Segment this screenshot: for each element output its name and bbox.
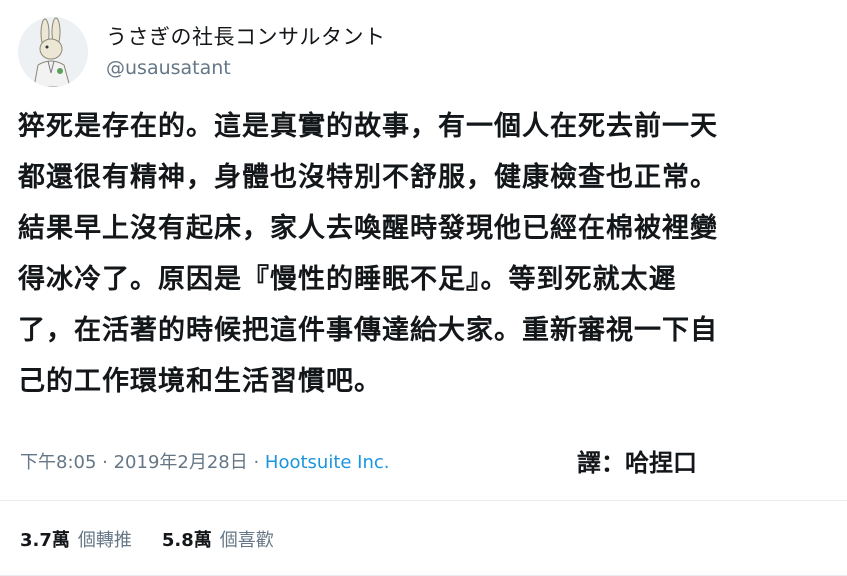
tweet-source-link[interactable]: Hootsuite Inc. xyxy=(265,452,390,473)
avatar[interactable] xyxy=(18,17,88,87)
retweets-stat[interactable]: 3.7萬 個轉推 xyxy=(20,526,132,552)
tweet-timestamp[interactable]: 下午8:05 · 2019年2月28日 · xyxy=(20,452,265,473)
likes-count: 5.8萬 xyxy=(161,530,212,551)
tweet-text-line: 得冰冷了。原因是『慢性的睡眠不足』。等到死就太遲 xyxy=(18,264,677,295)
tweet-stats: 3.7萬 個轉推 5.8萬 個喜歡 xyxy=(20,519,274,559)
tweet-text-line: 己的工作環境和生活習慣吧。 xyxy=(18,366,382,397)
tweet-header: うさぎの社長コンサルタント @usausatant xyxy=(18,14,386,90)
author-display-name[interactable]: うさぎの社長コンサルタント xyxy=(106,22,386,52)
rabbit-avatar-icon xyxy=(18,17,88,87)
author-handle[interactable]: @usausatant xyxy=(106,54,386,82)
tweet-text-line: 了，在活著的時候把這件事傳達給大家。重新審視一下自 xyxy=(18,315,718,346)
tweet-text-line: 猝死是存在的。這是真實的故事，有一個人在死去前一天 xyxy=(18,111,718,142)
tweet-text-line: 結果早上沒有起床，家人去喚醒時發現他已經在棉被裡變 xyxy=(18,213,718,244)
likes-stat[interactable]: 5.8萬 個喜歡 xyxy=(162,526,274,552)
tweet-text: 猝死是存在的。這是真實的故事，有一個人在死去前一天 都還很有精神，身體也沒特別不… xyxy=(18,101,823,407)
retweets-label: 個轉推 xyxy=(77,530,132,551)
retweets-count: 3.7萬 xyxy=(20,530,70,551)
likes-label: 個喜歡 xyxy=(219,530,274,551)
tweet-meta: 下午8:05 · 2019年2月28日 · Hootsuite Inc. xyxy=(20,446,825,480)
translator-credit: 譯：哈捏口 xyxy=(577,449,697,477)
divider xyxy=(0,500,847,501)
tweet-text-line: 都還很有精神，身體也沒特別不舒服，健康檢查也正常。 xyxy=(18,162,718,193)
